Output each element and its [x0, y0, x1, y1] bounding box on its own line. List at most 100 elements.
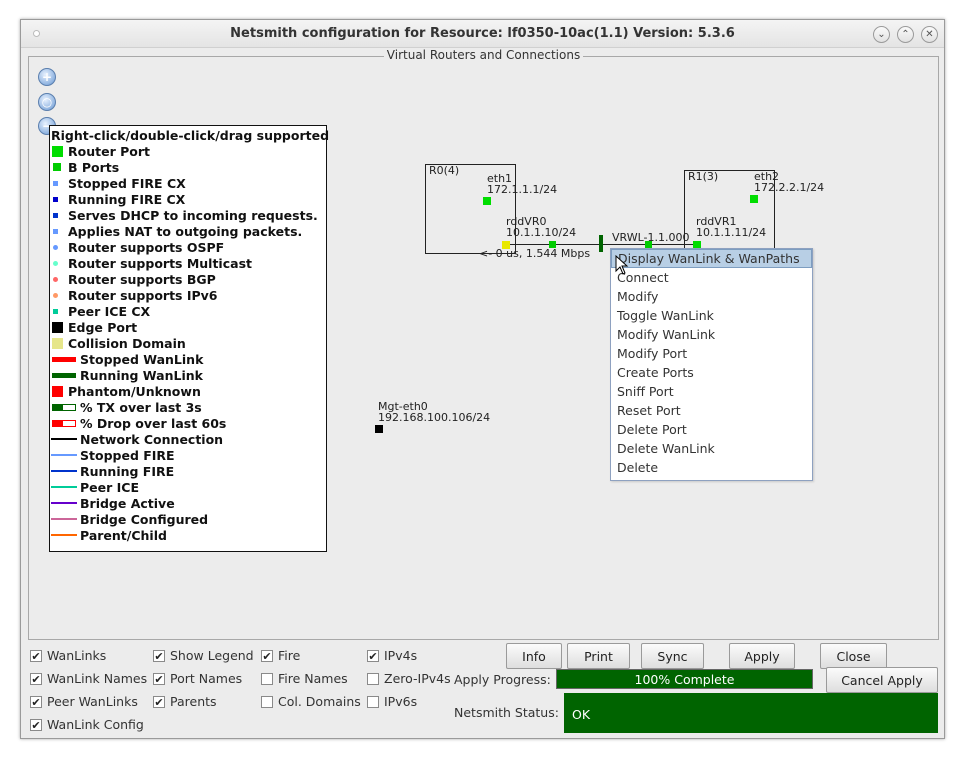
checkbox-port-names[interactable]: ✔ Port Names	[153, 671, 242, 686]
legend-label: Running WanLink	[80, 367, 203, 383]
network-connection-line[interactable]	[510, 244, 699, 245]
minimize-button[interactable]: ⌄	[873, 26, 890, 43]
checkbox-peer-wanlinks[interactable]: ✔ Peer WanLinks	[30, 694, 138, 709]
topology-canvas[interactable]: + ○ − Right-click/double-click/drag supp…	[29, 57, 938, 639]
legend-label: Network Connection	[80, 431, 224, 447]
menu-item-modify-wanlink[interactable]: Modify WanLink	[611, 325, 812, 344]
checkbox-zero-ipv4s[interactable]: Zero-IPv4s	[367, 671, 451, 686]
maximize-button[interactable]: ⌃	[897, 26, 914, 43]
checkbox-col-domains[interactable]: Col. Domains	[261, 694, 361, 709]
router-r1-rdd-ip: 10.1.1.11/24	[696, 226, 767, 239]
legend-label: Router supports Multicast	[68, 255, 252, 271]
menu-item-connect[interactable]: Connect	[611, 268, 812, 287]
menu-item-delete[interactable]: Delete	[611, 458, 812, 477]
apply-button[interactable]: Apply	[729, 643, 795, 669]
checkmark-icon[interactable]: ✔	[153, 649, 165, 662]
legend-item: Router Port	[50, 143, 326, 159]
checkbox-ipv4s[interactable]: ✔ IPv4s	[367, 648, 417, 663]
zoom-in-button[interactable]: +	[38, 68, 56, 86]
print-button[interactable]: Print	[567, 643, 630, 669]
legend-item: Router supports BGP	[50, 271, 326, 287]
checkmark-icon[interactable]: ✔	[30, 695, 42, 708]
checkmark-icon[interactable]: ✔	[153, 695, 165, 708]
router-r1-port-eth2[interactable]	[750, 195, 758, 203]
checkbox-fire-names[interactable]: Fire Names	[261, 671, 348, 686]
cancel-apply-button[interactable]: Cancel Apply	[826, 667, 938, 693]
sync-button[interactable]: Sync	[641, 643, 704, 669]
checkmark-icon[interactable]: ✔	[153, 672, 165, 685]
unchecked-box-icon[interactable]	[261, 695, 273, 708]
checkbox-ipv6s[interactable]: IPv6s	[367, 694, 417, 709]
checkmark-icon[interactable]: ✔	[30, 672, 42, 685]
checkbox-show-legend[interactable]: ✔ Show Legend	[153, 648, 254, 663]
legend-swatch-icon	[53, 260, 58, 266]
checkmark-icon[interactable]: ✔	[30, 718, 42, 731]
menu-item-modify-port[interactable]: Modify Port	[611, 344, 812, 363]
checkmark-icon[interactable]: ✔	[30, 649, 42, 662]
unchecked-box-icon[interactable]	[367, 672, 379, 685]
legend-item: Stopped FIRE	[50, 447, 326, 463]
router-r0-rdd-ip: 10.1.1.10/24	[506, 226, 577, 239]
legend-item: Applies NAT to outgoing packets.	[50, 223, 326, 239]
menu-item-delete-port[interactable]: Delete Port	[611, 420, 812, 439]
legend-swatch-icon	[53, 196, 58, 202]
checkbox-parents[interactable]: ✔ Parents	[153, 694, 217, 709]
menu-item-modify[interactable]: Modify	[611, 287, 812, 306]
checkbox-fire[interactable]: ✔ Fire	[261, 648, 300, 663]
legend-label: Stopped FIRE	[80, 447, 175, 463]
legend-swatch-icon	[52, 403, 76, 411]
legend-swatch-icon	[53, 276, 58, 282]
legend-item: Running FIRE	[50, 463, 326, 479]
legend-label: B Ports	[68, 159, 120, 175]
legend-item: Peer ICE CX	[50, 303, 326, 319]
legend-swatch-icon	[52, 372, 76, 378]
wanlink-bar[interactable]	[599, 235, 603, 252]
menu-item-display-wanlink-wanpaths[interactable]: Display WanLink & WanPaths	[611, 249, 812, 268]
menu-item-delete-wanlink[interactable]: Delete WanLink	[611, 439, 812, 458]
legend-label: Running FIRE CX	[68, 191, 186, 207]
checkmark-icon[interactable]: ✔	[367, 649, 379, 662]
legend-swatch-icon	[53, 180, 58, 186]
checkmark-icon[interactable]: ✔	[261, 649, 273, 662]
close-window-button[interactable]: ✕	[921, 26, 938, 43]
apply-progress-text: 100% Complete	[634, 672, 735, 687]
router-r0-port-eth1[interactable]	[483, 197, 491, 205]
legend-label: Router supports BGP	[68, 271, 216, 287]
checkbox-wanlink-config[interactable]: ✔ WanLink Config	[30, 717, 144, 732]
checkbox-label: IPv4s	[384, 648, 418, 663]
menu-item-toggle-wanlink[interactable]: Toggle WanLink	[611, 306, 812, 325]
legend-item: Running WanLink	[50, 367, 326, 383]
legend-swatch-icon	[51, 438, 77, 440]
legend-label: Stopped WanLink	[80, 351, 204, 367]
unchecked-box-icon[interactable]	[261, 672, 273, 685]
title-bar[interactable]: Netsmith configuration for Resource: lf0…	[21, 20, 944, 48]
checkbox-label: Peer WanLinks	[47, 694, 138, 709]
legend-swatch-icon	[51, 470, 77, 472]
legend-item: Serves DHCP to incoming requests.	[50, 207, 326, 223]
legend-swatch-icon	[53, 228, 58, 234]
legend-label: Router Port	[68, 143, 150, 159]
legend-item: Bridge Active	[50, 495, 326, 511]
legend-item: Phantom/Unknown	[50, 383, 326, 399]
info-button[interactable]: Info	[506, 643, 562, 669]
checkbox-label: IPv6s	[384, 694, 418, 709]
edge-port-mgt-eth0[interactable]	[375, 425, 383, 433]
menu-item-reset-port[interactable]: Reset Port	[611, 401, 812, 420]
bottom-panel: ✔ WanLinks ✔ WanLink Names ✔ Peer WanLinks ✔ Wa…	[21, 640, 944, 740]
checkbox-wanlinks[interactable]: ✔ WanLinks	[30, 648, 106, 663]
zoom-reset-button[interactable]: ○	[38, 93, 56, 111]
menu-item-sniff-port[interactable]: Sniff Port	[611, 382, 812, 401]
context-menu: Display WanLink & WanPaths Connect Modify T…	[610, 248, 813, 481]
legend-swatch-icon	[51, 502, 77, 504]
wanlink-stats: <- 0 us, 1.544 Mbps	[479, 247, 591, 260]
unchecked-box-icon[interactable]	[367, 695, 379, 708]
close-button[interactable]: Close	[820, 643, 887, 669]
legend-item: Network Connection	[50, 431, 326, 447]
legend-item: Router supports Multicast	[50, 255, 326, 271]
menu-item-create-ports[interactable]: Create Ports	[611, 363, 812, 382]
checkbox-label: Fire Names	[278, 671, 348, 686]
legend-swatch-icon	[52, 419, 76, 427]
checkbox-label: WanLink Names	[47, 671, 148, 686]
checkbox-wanlink-names[interactable]: ✔ WanLink Names	[30, 671, 147, 686]
legend-label: Stopped FIRE CX	[68, 175, 186, 191]
